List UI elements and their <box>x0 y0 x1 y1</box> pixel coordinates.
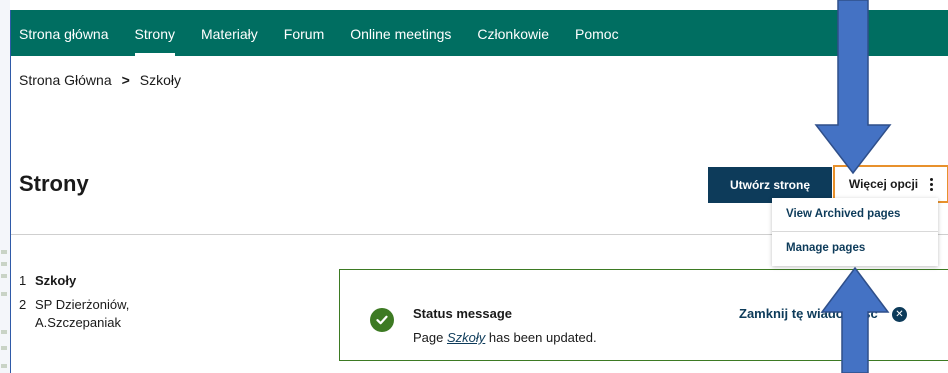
nav-item-materials[interactable]: Materiały <box>188 10 271 56</box>
page-title: Strony <box>19 171 89 196</box>
annotation-arrow-up-icon <box>820 266 890 373</box>
tree-item-number: 1 <box>19 273 27 288</box>
nav-item-members[interactable]: Członkowie <box>464 10 562 56</box>
nav-item-home[interactable]: Strona główna <box>11 10 122 56</box>
updated-page-link[interactable]: Szkoły <box>447 330 485 345</box>
more-options-label: Więcej opcji <box>848 177 919 191</box>
tree-item-label[interactable]: Szkoły <box>35 272 155 290</box>
nav-item-pages[interactable]: Strony <box>122 10 188 56</box>
page: Strona główna Strony Materiały Forum Onl… <box>10 10 948 373</box>
page-tree: 1 Szkoły 2 SP Dzierżoniów, A.Szczepaniak <box>19 272 155 338</box>
more-options-dropdown: View Archived pages Manage pages <box>772 198 938 266</box>
tree-item-label[interactable]: SP Dzierżoniów, A.Szczepaniak <box>35 296 155 332</box>
dropdown-item-manage-pages[interactable]: Manage pages <box>772 232 938 266</box>
checkmark-icon <box>370 308 394 332</box>
breadcrumb-home-link[interactable]: Strona Główna <box>19 72 112 88</box>
breadcrumb: Strona Główna > Szkoły <box>19 72 181 88</box>
annotation-arrow-down-icon <box>814 0 892 175</box>
status-text: Page Szkoły has been updated. <box>413 330 597 345</box>
tree-item-number: 2 <box>19 297 27 312</box>
nav-item-online-meetings[interactable]: Online meetings <box>337 10 464 56</box>
left-edge-strip <box>0 0 10 373</box>
tree-item[interactable]: 1 Szkoły <box>19 272 155 290</box>
close-icon[interactable]: ✕ <box>892 307 907 322</box>
tree-item[interactable]: 2 SP Dzierżoniów, A.Szczepaniak <box>19 296 155 332</box>
top-navigation: Strona główna Strony Materiały Forum Onl… <box>11 10 948 56</box>
nav-item-help[interactable]: Pomoc <box>562 10 632 56</box>
breadcrumb-current: Szkoły <box>139 72 182 88</box>
breadcrumb-separator: > <box>121 72 130 88</box>
kebab-menu-icon <box>930 177 934 191</box>
status-title: Status message <box>413 306 512 321</box>
dropdown-item-view-archived[interactable]: View Archived pages <box>772 198 938 232</box>
nav-item-forum[interactable]: Forum <box>271 10 337 56</box>
